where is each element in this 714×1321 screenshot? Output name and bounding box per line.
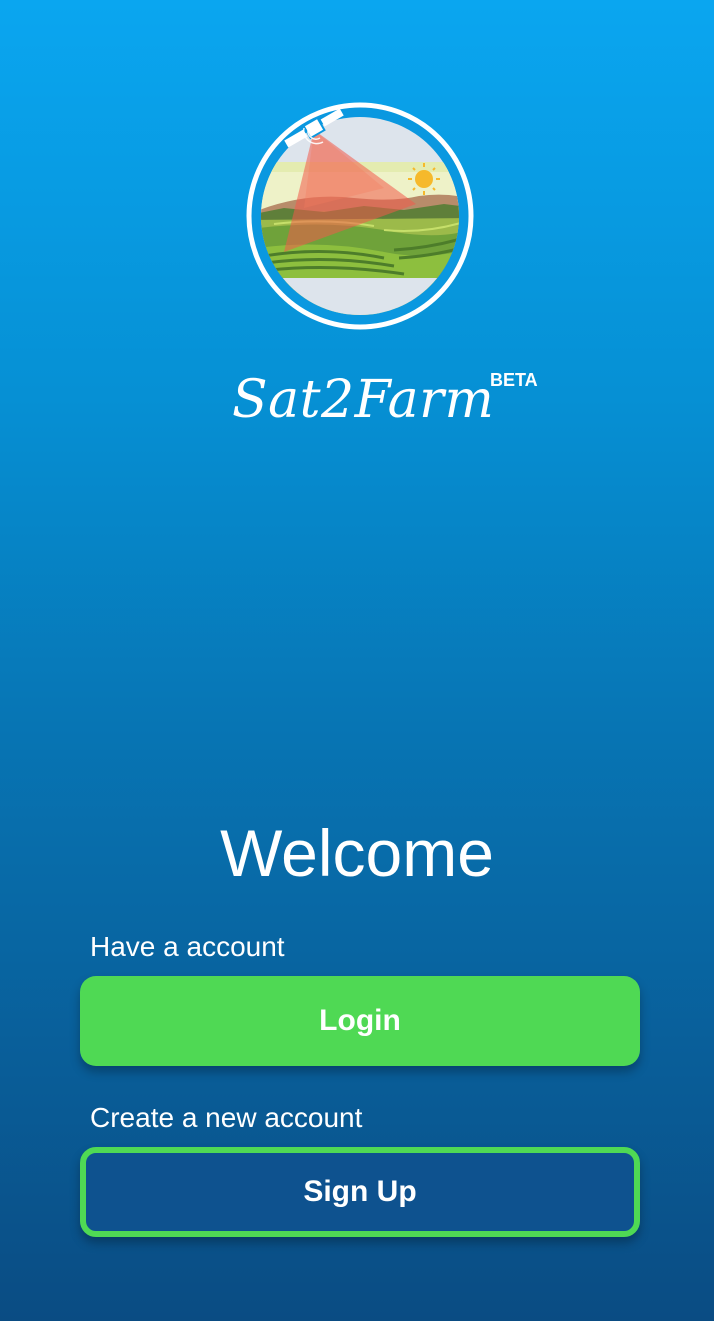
beta-badge: BETA [490,370,538,390]
login-prompt: Have a account [90,931,285,962]
satellite-farm-logo-icon [244,100,476,332]
signup-prompt: Create a new account [90,1102,363,1133]
welcome-screen: Sat2Farm BETA Welcome Have a account Log… [0,0,714,1321]
welcome-heading: Welcome [220,816,494,890]
app-title: Sat2Farm [232,370,495,430]
signup-button[interactable]: Sign Up [80,1147,640,1237]
login-button[interactable]: Login [80,976,640,1066]
